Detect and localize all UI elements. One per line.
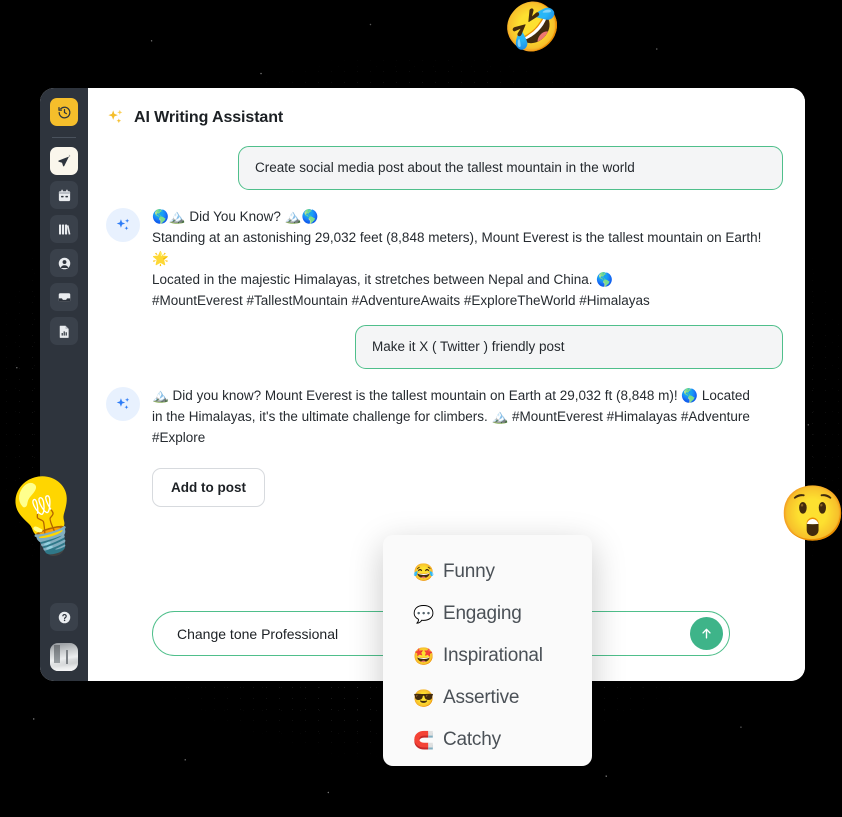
assistant-avatar	[106, 208, 140, 243]
star-struck-icon: 🤩	[413, 646, 434, 666]
sidebar	[40, 88, 88, 681]
calendar-icon	[58, 189, 70, 201]
avatar[interactable]	[50, 643, 78, 671]
assistant-line: Standing at an astonishing 29,032 feet (…	[152, 230, 762, 267]
sparkles-icon	[116, 218, 129, 230]
sidebar-item-reports[interactable]	[50, 317, 78, 345]
assistant-line: 🏔️ Did you know? Mount Everest is the ta…	[152, 388, 750, 446]
panel-header: AI Writing Assistant	[88, 88, 805, 128]
inbox-tray-icon	[58, 292, 70, 302]
tone-option-label: Inspirational	[442, 645, 543, 666]
tone-option-catchy[interactable]: 🧲 Catchy	[383, 719, 592, 761]
rolling-on-the-floor-laughing-emoji: 🤣	[503, 0, 562, 53]
face-with-tears-of-joy-icon: 😂	[413, 562, 434, 582]
smiling-face-with-sunglasses-icon: 😎	[413, 688, 434, 708]
assistant-message-row: 🌎🏔️ Did You Know? 🏔️🌎 Standing at an ast…	[106, 206, 783, 311]
tone-option-label: Assertive	[442, 687, 520, 708]
document-chart-icon	[59, 325, 69, 338]
tone-option-funny[interactable]: 😂 Funny	[383, 551, 592, 593]
sidebar-divider	[52, 137, 76, 138]
conversation-thread: Create social media post about the talle…	[88, 128, 805, 508]
clock-history-icon	[57, 106, 70, 118]
assistant-line: Located in the majestic Himalayas, it st…	[152, 272, 614, 288]
sidebar-item-calendar[interactable]	[50, 181, 78, 209]
sidebar-item-compose[interactable]	[50, 147, 78, 175]
library-books-icon	[58, 224, 70, 235]
magnet-icon: 🧲	[413, 730, 434, 750]
tone-option-label: Funny	[442, 561, 495, 582]
assistant-message-text: 🏔️ Did you know? Mount Everest is the ta…	[152, 385, 764, 448]
user-circle-icon	[58, 257, 70, 269]
sparkles-icon	[108, 109, 123, 124]
tone-option-assertive[interactable]: 😎 Assertive	[383, 677, 592, 719]
assistant-avatar	[106, 387, 140, 422]
tone-option-label: Engaging	[442, 603, 522, 624]
user-message-row: Make it X ( Twitter ) friendly post	[106, 325, 783, 370]
user-message-bubble[interactable]: Create social media post about the talle…	[238, 146, 783, 191]
assistant-line: 🌎🏔️ Did You Know? 🏔️🌎	[152, 209, 319, 225]
tone-option-label: Catchy	[442, 729, 501, 750]
assistant-line: #MountEverest #TallestMountain #Adventur…	[152, 293, 650, 309]
sidebar-item-inbox[interactable]	[50, 283, 78, 311]
sparkles-icon	[116, 397, 129, 409]
sidebar-item-help[interactable]	[50, 603, 78, 631]
arrow-up-icon	[702, 628, 711, 639]
paper-plane-icon	[57, 154, 70, 166]
user-message-row: Create social media post about the talle…	[106, 146, 783, 191]
tone-option-engaging[interactable]: 💬 Engaging	[383, 593, 592, 635]
sidebar-item-history[interactable]	[50, 98, 78, 126]
sidebar-item-contacts[interactable]	[50, 249, 78, 277]
sidebar-item-library[interactable]	[50, 215, 78, 243]
question-mark-icon	[58, 611, 70, 623]
speech-balloon-icon: 💬	[413, 604, 434, 624]
assistant-message-text: 🌎🏔️ Did You Know? 🏔️🌎 Standing at an ast…	[152, 206, 764, 311]
add-to-post-button[interactable]: Add to post	[152, 468, 265, 508]
tone-option-inspirational[interactable]: 🤩 Inspirational	[383, 635, 592, 677]
page-title: AI Writing Assistant	[134, 109, 284, 126]
send-button[interactable]	[690, 617, 723, 650]
tone-dropdown-menu: 😂 Funny 💬 Engaging 🤩 Inspirational 😎 Ass…	[383, 535, 592, 766]
astonished-face-emoji: 😲	[779, 484, 842, 544]
assistant-message-row: 🏔️ Did you know? Mount Everest is the ta…	[106, 385, 783, 448]
user-message-bubble[interactable]: Make it X ( Twitter ) friendly post	[355, 325, 783, 370]
